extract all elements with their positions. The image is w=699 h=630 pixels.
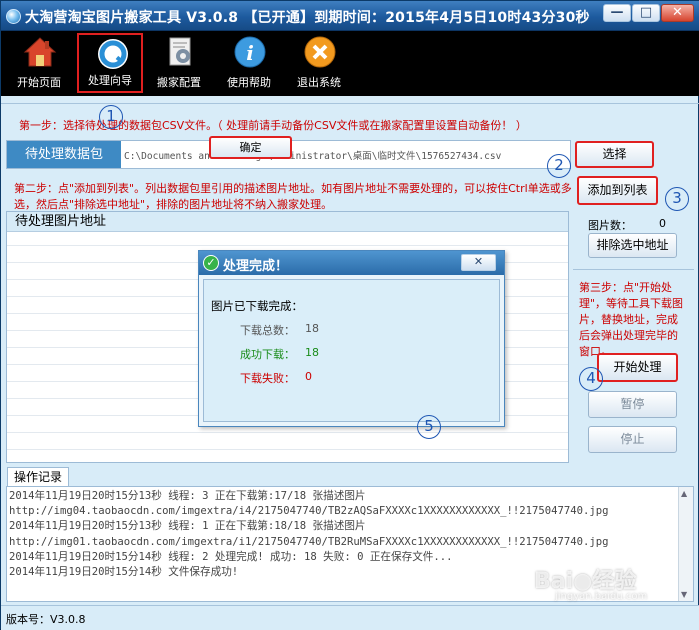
status-bar: 版本号：V3.0.8: [1, 605, 699, 630]
close-button[interactable]: ✕: [661, 4, 694, 22]
check-icon: ✓: [203, 255, 219, 271]
annotation-marker: 1: [99, 105, 123, 129]
toolbar-config-button[interactable]: 搬家配置: [146, 33, 212, 93]
download-fail-value: 0: [305, 370, 312, 383]
toolbar-home-button[interactable]: 开始页面: [6, 33, 72, 93]
log-lines: 2014年11月19日20时15分13秒 线程: 3 正在下载第:17/18 张…: [9, 489, 677, 580]
home-icon: [23, 37, 57, 67]
remove-selected-button[interactable]: 排除选中地址: [588, 233, 677, 258]
step3-instruction: 第三步：点"开始处理"，等待工具下载图片，替换地址，完成后会弹出处理完毕的窗口。: [579, 281, 684, 358]
minimize-button[interactable]: —: [603, 4, 631, 22]
log-line: http://img01.taobaocdn.com/imgextra/i1/2…: [9, 535, 609, 548]
app-window: 大淘营淘宝图片搬家工具 V3.0.8 【已开通】到期时间：2015年4月5日10…: [0, 0, 699, 630]
pic-count-label: 图片数：: [588, 219, 632, 232]
dialog-title: 处理完成！: [223, 259, 289, 274]
toolbar-wizard-button[interactable]: 处理向导: [77, 33, 143, 93]
log-line: 2014年11月19日20时15分14秒 线程: 2 处理完成! 成功: 18 …: [9, 550, 453, 563]
completion-dialog: ✓ 处理完成！ ✕ 图片已下载完成： 下载总数： 18 成功下载： 18 下载失…: [198, 250, 505, 427]
toolbar-home-label: 开始页面: [17, 76, 61, 89]
log-line: http://img04.taobaocdn.com/imgextra/i4/2…: [9, 505, 609, 518]
toolbar: 开始页面 处理向导 搬家配置 i 使用帮助 退出系统: [1, 31, 699, 96]
section-divider: [1, 103, 699, 104]
file-label: 待处理数据包: [7, 141, 121, 168]
log-line: 2014年11月19日20时15分14秒 文件保存成功!: [9, 565, 239, 578]
wizard-icon: [98, 39, 128, 69]
list-header: 待处理图片地址: [7, 212, 568, 232]
start-processing-button[interactable]: 开始处理: [597, 353, 678, 382]
annotation-marker: 2: [547, 154, 571, 178]
dialog-body: 图片已下载完成： 下载总数： 18 成功下载： 18 下载失败： 0: [203, 279, 500, 422]
select-file-button[interactable]: 选择: [575, 141, 654, 168]
log-scrollbar[interactable]: ▲ ▼: [678, 487, 693, 601]
right-panel-divider: [573, 269, 694, 270]
log-line: 2014年11月19日20时15分13秒 线程: 3 正在下载第:17/18 张…: [9, 490, 366, 502]
add-to-list-button[interactable]: 添加到列表: [577, 176, 658, 205]
app-logo-icon: [6, 9, 21, 24]
dialog-title-bar: ✓ 处理完成！ ✕: [199, 251, 504, 275]
download-fail-label: 下载失败：: [240, 372, 295, 385]
annotation-marker: 3: [665, 187, 689, 211]
dialog-heading: 图片已下载完成：: [211, 299, 303, 313]
toolbar-exit-label: 退出系统: [297, 76, 341, 89]
stop-button[interactable]: 停止: [588, 426, 677, 453]
window-title: 大淘营淘宝图片搬家工具 V3.0.8 【已开通】到期时间：2015年4月5日10…: [25, 10, 590, 26]
download-success-row: 成功下载： 18: [240, 346, 319, 362]
title-bar: 大淘营淘宝图片搬家工具 V3.0.8 【已开通】到期时间：2015年4月5日10…: [1, 1, 699, 31]
download-success-label: 成功下载：: [240, 348, 295, 361]
annotation-marker: 5: [417, 415, 441, 439]
config-icon: [169, 37, 191, 66]
download-fail-row: 下载失败： 0: [240, 370, 312, 386]
toolbar-config-label: 搬家配置: [157, 76, 201, 89]
maximize-button[interactable]: □: [632, 4, 660, 22]
download-total-label: 下载总数：: [240, 324, 295, 337]
annotation-marker: 4: [579, 367, 603, 391]
file-path-field[interactable]: C:\Documents and Settings\Administrator\…: [124, 148, 501, 162]
toolbar-exit-button[interactable]: 退出系统: [286, 33, 352, 93]
step2-instruction: 第二步：点"添加到列表"。列出数据包里引用的描述图片地址。如有图片地址不需要处理…: [14, 182, 572, 211]
dialog-confirm-button[interactable]: 确定: [209, 136, 292, 159]
step1-instruction: 第一步：选择待处理的数据包CSV文件。（ 处理前请手动备份CSV文件或在搬家配置…: [19, 119, 527, 132]
toolbar-help-label: 使用帮助: [227, 76, 271, 89]
download-success-value: 18: [305, 346, 319, 359]
log-panel: 2014年11月19日20时15分13秒 线程: 3 正在下载第:17/18 张…: [6, 486, 694, 602]
log-line: 2014年11月19日20时15分13秒 线程: 1 正在下载第:18/18 张…: [9, 520, 366, 533]
svg-text:i: i: [246, 41, 254, 65]
version-label: 版本号：V3.0.8: [6, 613, 86, 626]
toolbar-wizard-label: 处理向导: [88, 74, 132, 87]
help-icon: i: [234, 36, 266, 68]
pause-button[interactable]: 暂停: [588, 391, 677, 418]
tab-operation-log[interactable]: 操作记录: [7, 467, 69, 487]
dialog-close-button[interactable]: ✕: [461, 254, 496, 271]
toolbar-help-button[interactable]: i 使用帮助: [216, 33, 282, 93]
scroll-down-icon[interactable]: ▼: [681, 590, 687, 599]
pic-count-value: 0: [659, 217, 666, 230]
scroll-up-icon[interactable]: ▲: [681, 489, 687, 498]
exit-icon: [304, 36, 336, 68]
download-total-row: 下载总数： 18: [240, 322, 319, 338]
download-total-value: 18: [305, 322, 319, 335]
